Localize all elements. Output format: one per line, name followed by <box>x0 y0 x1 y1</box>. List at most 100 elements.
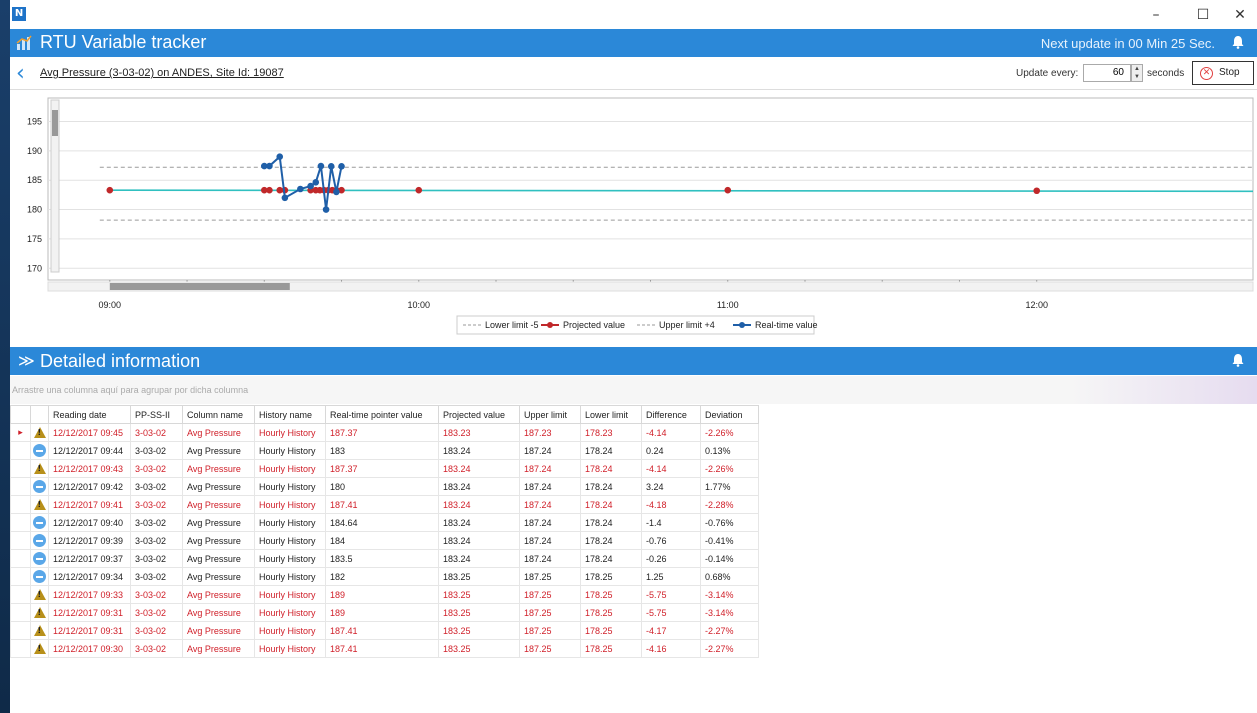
table-cell: 189 <box>325 603 439 622</box>
projected-point <box>415 186 423 194</box>
table-cell: 187.24 <box>519 531 581 550</box>
x-tick-label: 10:00 <box>408 300 431 310</box>
table-cell: -0.14% <box>700 549 759 568</box>
table-row[interactable]: 12/12/2017 09:313-03-02Avg PressureHourl… <box>10 603 759 622</box>
maximize-button[interactable]: ☐ <box>1186 5 1220 25</box>
status-cell <box>30 459 49 478</box>
table-cell: -2.28% <box>700 495 759 514</box>
realtime-point <box>276 153 284 161</box>
column-header[interactable]: Difference <box>641 405 701 424</box>
table-cell: 187.41 <box>325 495 439 514</box>
realtime-point <box>297 185 304 193</box>
table-cell: 178.24 <box>580 477 642 496</box>
projected-point <box>266 186 273 194</box>
table-cell: 187.23 <box>519 423 581 442</box>
detail-section-header[interactable]: ≫ Detailed information <box>10 347 1257 375</box>
table-row[interactable]: 12/12/2017 09:313-03-02Avg PressureHourl… <box>10 621 759 640</box>
table-cell: 178.25 <box>580 621 642 640</box>
column-header[interactable]: PP-SS-II <box>130 405 183 424</box>
collapse-chevron-icon[interactable]: ≫ <box>18 351 35 370</box>
realtime-point <box>317 162 325 170</box>
close-button[interactable]: ✕ <box>1223 5 1257 25</box>
table-cell: 183.25 <box>438 621 520 640</box>
table-row[interactable]: 12/12/2017 09:303-03-02Avg PressureHourl… <box>10 639 759 658</box>
table-row[interactable]: 12/12/2017 09:34 3-03-02 Avg Pressure Hourl… <box>10 567 759 586</box>
interval-spinner[interactable]: ▲ ▼ <box>1131 64 1143 82</box>
update-interval-input[interactable]: 60 <box>1083 64 1131 82</box>
table-cell: -4.14 <box>641 459 701 478</box>
table-cell: Avg Pressure <box>182 459 255 478</box>
minimize-button[interactable]: – <box>1139 5 1173 25</box>
row-indicator: ▸ <box>10 423 31 442</box>
table-cell: 1.25 <box>641 567 701 586</box>
table-cell: 187.25 <box>519 639 581 658</box>
table-row[interactable]: 12/12/2017 09:333-03-02Avg PressureHourl… <box>10 585 759 604</box>
realtime-point <box>338 162 345 170</box>
column-header[interactable]: Real-time pointer value <box>325 405 439 424</box>
legend-swatch-point <box>739 322 745 328</box>
row-indicator <box>10 549 31 568</box>
chart-svg: 170 175 180 185 190 195 09:00 10:00 11:00 12:00 Lo… <box>27 97 1254 335</box>
table-cell: -2.26% <box>700 459 759 478</box>
column-header[interactable]: History name <box>254 405 326 424</box>
table-cell: Avg Pressure <box>182 441 255 460</box>
warning-icon <box>33 643 46 655</box>
column-header[interactable]: Column name <box>182 405 255 424</box>
table-cell: -0.76 <box>641 531 701 550</box>
status-cell <box>30 441 49 460</box>
projected-point <box>1033 187 1041 195</box>
warning-icon <box>33 607 46 619</box>
realtime-point <box>312 179 320 186</box>
table-cell: -4.18 <box>641 495 701 514</box>
table-cell: Hourly History <box>254 513 326 532</box>
table-row[interactable]: 12/12/2017 09:39 3-03-02 Avg Pressure Hourl… <box>10 531 759 550</box>
table-row[interactable]: 12/12/2017 09:42 3-03-02 Avg Pressure Hourl… <box>10 477 759 496</box>
vertical-scroll-thumb[interactable] <box>52 110 58 136</box>
table-cell: 187.24 <box>519 495 581 514</box>
table-cell: 12/12/2017 09:43 <box>48 459 131 478</box>
table-cell: 183 <box>325 441 439 460</box>
table-row[interactable]: 12/12/2017 09:433-03-02Avg PressureHourl… <box>10 459 759 478</box>
bell-icon[interactable] <box>1231 353 1245 367</box>
bell-icon[interactable] <box>1231 35 1245 49</box>
column-header[interactable]: Lower limit <box>580 405 642 424</box>
table-cell: 178.25 <box>580 603 642 622</box>
table-cell: 183.24 <box>438 513 520 532</box>
table-cell: 178.25 <box>580 639 642 658</box>
table-cell: 3-03-02 <box>130 603 183 622</box>
horizontal-scroll-thumb[interactable] <box>109 283 290 290</box>
app-window: N – ☐ ✕ RTU Variable tracker Next update… <box>10 0 1257 713</box>
table-cell: 12/12/2017 09:44 <box>48 441 131 460</box>
table-cell: 3-03-02 <box>130 549 183 568</box>
table-row[interactable]: 12/12/2017 09:44 3-03-02 Avg Pressure Hourl… <box>10 441 759 460</box>
group-by-hint[interactable]: Arrastre una columna aquí para agrupar p… <box>10 376 1257 404</box>
table-cell: 182 <box>325 567 439 586</box>
app-icon: N <box>12 7 26 21</box>
warning-icon <box>33 463 46 475</box>
y-tick-label: 175 <box>27 234 42 244</box>
stop-button[interactable]: ✕ Stop <box>1192 61 1254 85</box>
back-arrow-icon[interactable]: ‹ <box>16 61 25 86</box>
table-cell: 3-03-02 <box>130 459 183 478</box>
table-row[interactable]: 12/12/2017 09:40 3-03-02 Avg Pressure Hourl… <box>10 513 759 532</box>
table-cell: 187.24 <box>519 477 581 496</box>
info-minus-icon <box>33 444 46 457</box>
table-cell: 183.25 <box>438 639 520 658</box>
column-header[interactable]: Projected value <box>438 405 520 424</box>
table-cell: -4.14 <box>641 423 701 442</box>
table-cell: Hourly History <box>254 549 326 568</box>
row-indicator <box>10 585 31 604</box>
table-cell: 12/12/2017 09:41 <box>48 495 131 514</box>
table-cell: -4.16 <box>641 639 701 658</box>
table-row[interactable]: ▸ 12/12/2017 09:453-03-02Avg PressureHour… <box>10 423 759 442</box>
column-header[interactable]: Deviation <box>700 405 759 424</box>
table-cell: 178.23 <box>580 423 642 442</box>
table-cell: Hourly History <box>254 495 326 514</box>
table-row[interactable]: 12/12/2017 09:413-03-02Avg PressureHourl… <box>10 495 759 514</box>
table-row[interactable]: 12/12/2017 09:37 3-03-02 Avg Pressure Hourl… <box>10 549 759 568</box>
column-header[interactable]: Upper limit <box>519 405 581 424</box>
variable-link[interactable]: Avg Pressure (3-03-02) on ANDES, Site Id… <box>40 67 284 79</box>
table-cell: 12/12/2017 09:42 <box>48 477 131 496</box>
table-cell: 12/12/2017 09:45 <box>48 423 131 442</box>
column-header[interactable]: Reading date <box>48 405 131 424</box>
